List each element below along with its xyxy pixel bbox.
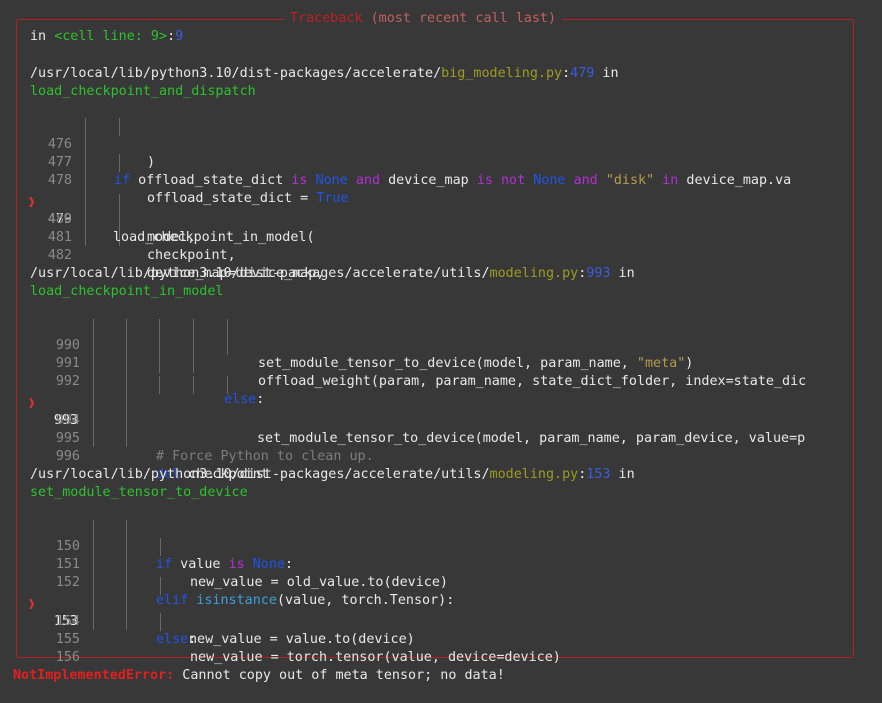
- code-line: 477 if offload_state_dict is None and de…: [0, 136, 882, 188]
- code-line: 154 else:: [0, 595, 882, 647]
- frame-1-line: 479: [570, 66, 595, 81]
- code-line: 995 # Force Python to clean up.: [0, 412, 882, 464]
- cell-ref: <cell line: 9>: [54, 29, 168, 44]
- code-line: 152 elif isinstance(value, torch.Tensor)…: [0, 556, 882, 608]
- frame-3-path: /usr/local/lib/python3.10/dist-packages/…: [30, 467, 490, 482]
- frame-2-line: 993: [586, 266, 611, 281]
- frame-1-function: load_checkpoint_and_dispatch: [30, 84, 256, 99]
- code-line: 481 checkpoint,: [0, 211, 882, 263]
- code-comment: # Force Python to clean up.: [156, 449, 374, 464]
- traceback-title: Traceback (most recent call last): [284, 10, 563, 28]
- code-text: new_value = torch.tensor(value, device=d…: [190, 650, 561, 665]
- frame-2-file: modeling.py: [489, 266, 579, 281]
- line-number: 482: [47, 248, 72, 263]
- frame-2-in: in: [610, 266, 635, 281]
- error-type: NotImplementedError:: [13, 668, 175, 683]
- code-line: 991 offload_weight(param, param_name, st…: [0, 337, 882, 389]
- code-line-current: ❱ 479 load_checkpoint_in_model(: [0, 175, 882, 245]
- code-line: 151 new_value = old_value.to(device): [0, 538, 882, 590]
- traceback-title-text: Traceback: [290, 11, 363, 26]
- frame-3-function: set_module_tensor_to_device: [30, 485, 248, 500]
- frame-2-path: /usr/local/lib/python3.10/dist-packages/…: [30, 266, 490, 281]
- code-line: 996 del checkpoint: [0, 430, 882, 482]
- frame-3-line: 153: [586, 467, 611, 482]
- line-number: 156: [55, 650, 80, 665]
- error-text: Cannot copy out of meta tensor; no data!: [174, 668, 505, 683]
- code-line: 156: [0, 631, 882, 665]
- code-line: 476 ): [0, 118, 882, 170]
- frame-2-function: load_checkpoint_in_model: [30, 284, 224, 299]
- code-text: checkpoint,: [147, 248, 236, 263]
- cell-reference: in <cell line: 9>:9: [30, 28, 183, 46]
- code-line: 482 device_map=device_map,: [0, 229, 882, 281]
- cell-colon: :: [167, 29, 176, 44]
- code-line: 478 offload_state_dict = True: [0, 154, 882, 206]
- cell-prefix: in: [30, 29, 55, 44]
- frame-2-location: /usr/local/lib/python3.10/dist-packages/…: [30, 265, 635, 283]
- cell-line-number: 9: [175, 29, 184, 44]
- frame-3-in: in: [610, 467, 635, 482]
- frame-3-location: /usr/local/lib/python3.10/dist-packages/…: [30, 466, 635, 484]
- code-line: 992 else:: [0, 355, 882, 407]
- frame-1-colon: :: [562, 66, 571, 81]
- line-number: 996: [55, 449, 80, 464]
- traceback-subtitle: (most recent call last): [370, 11, 557, 26]
- code-line: 994: [0, 394, 882, 428]
- code-line-current: ❱ 153 new_value = value.to(device): [0, 577, 882, 647]
- code-line: 150 if value is None:: [0, 520, 882, 572]
- frame-1-location: /usr/local/lib/python3.10/dist-packages/…: [30, 65, 619, 83]
- code-line-current: ❱ 993 set_module_tensor_to_device(model,…: [0, 376, 882, 446]
- error-message: NotImplementedError: Cannot copy out of …: [13, 667, 505, 685]
- frame-1-in: in: [594, 66, 619, 81]
- frame-1-file: big_modeling.py: [441, 66, 563, 81]
- frame-1-path: /usr/local/lib/python3.10/dist-packages/…: [30, 66, 442, 81]
- code-line: 480 model,: [0, 193, 882, 245]
- code-line: 990 set_module_tensor_to_device(model, p…: [0, 319, 882, 371]
- traceback-output: Traceback (most recent call last) in <ce…: [0, 0, 882, 702]
- code-line: 155 new_value = torch.tensor(value, devi…: [0, 613, 882, 665]
- frame-3-file: modeling.py: [489, 467, 579, 482]
